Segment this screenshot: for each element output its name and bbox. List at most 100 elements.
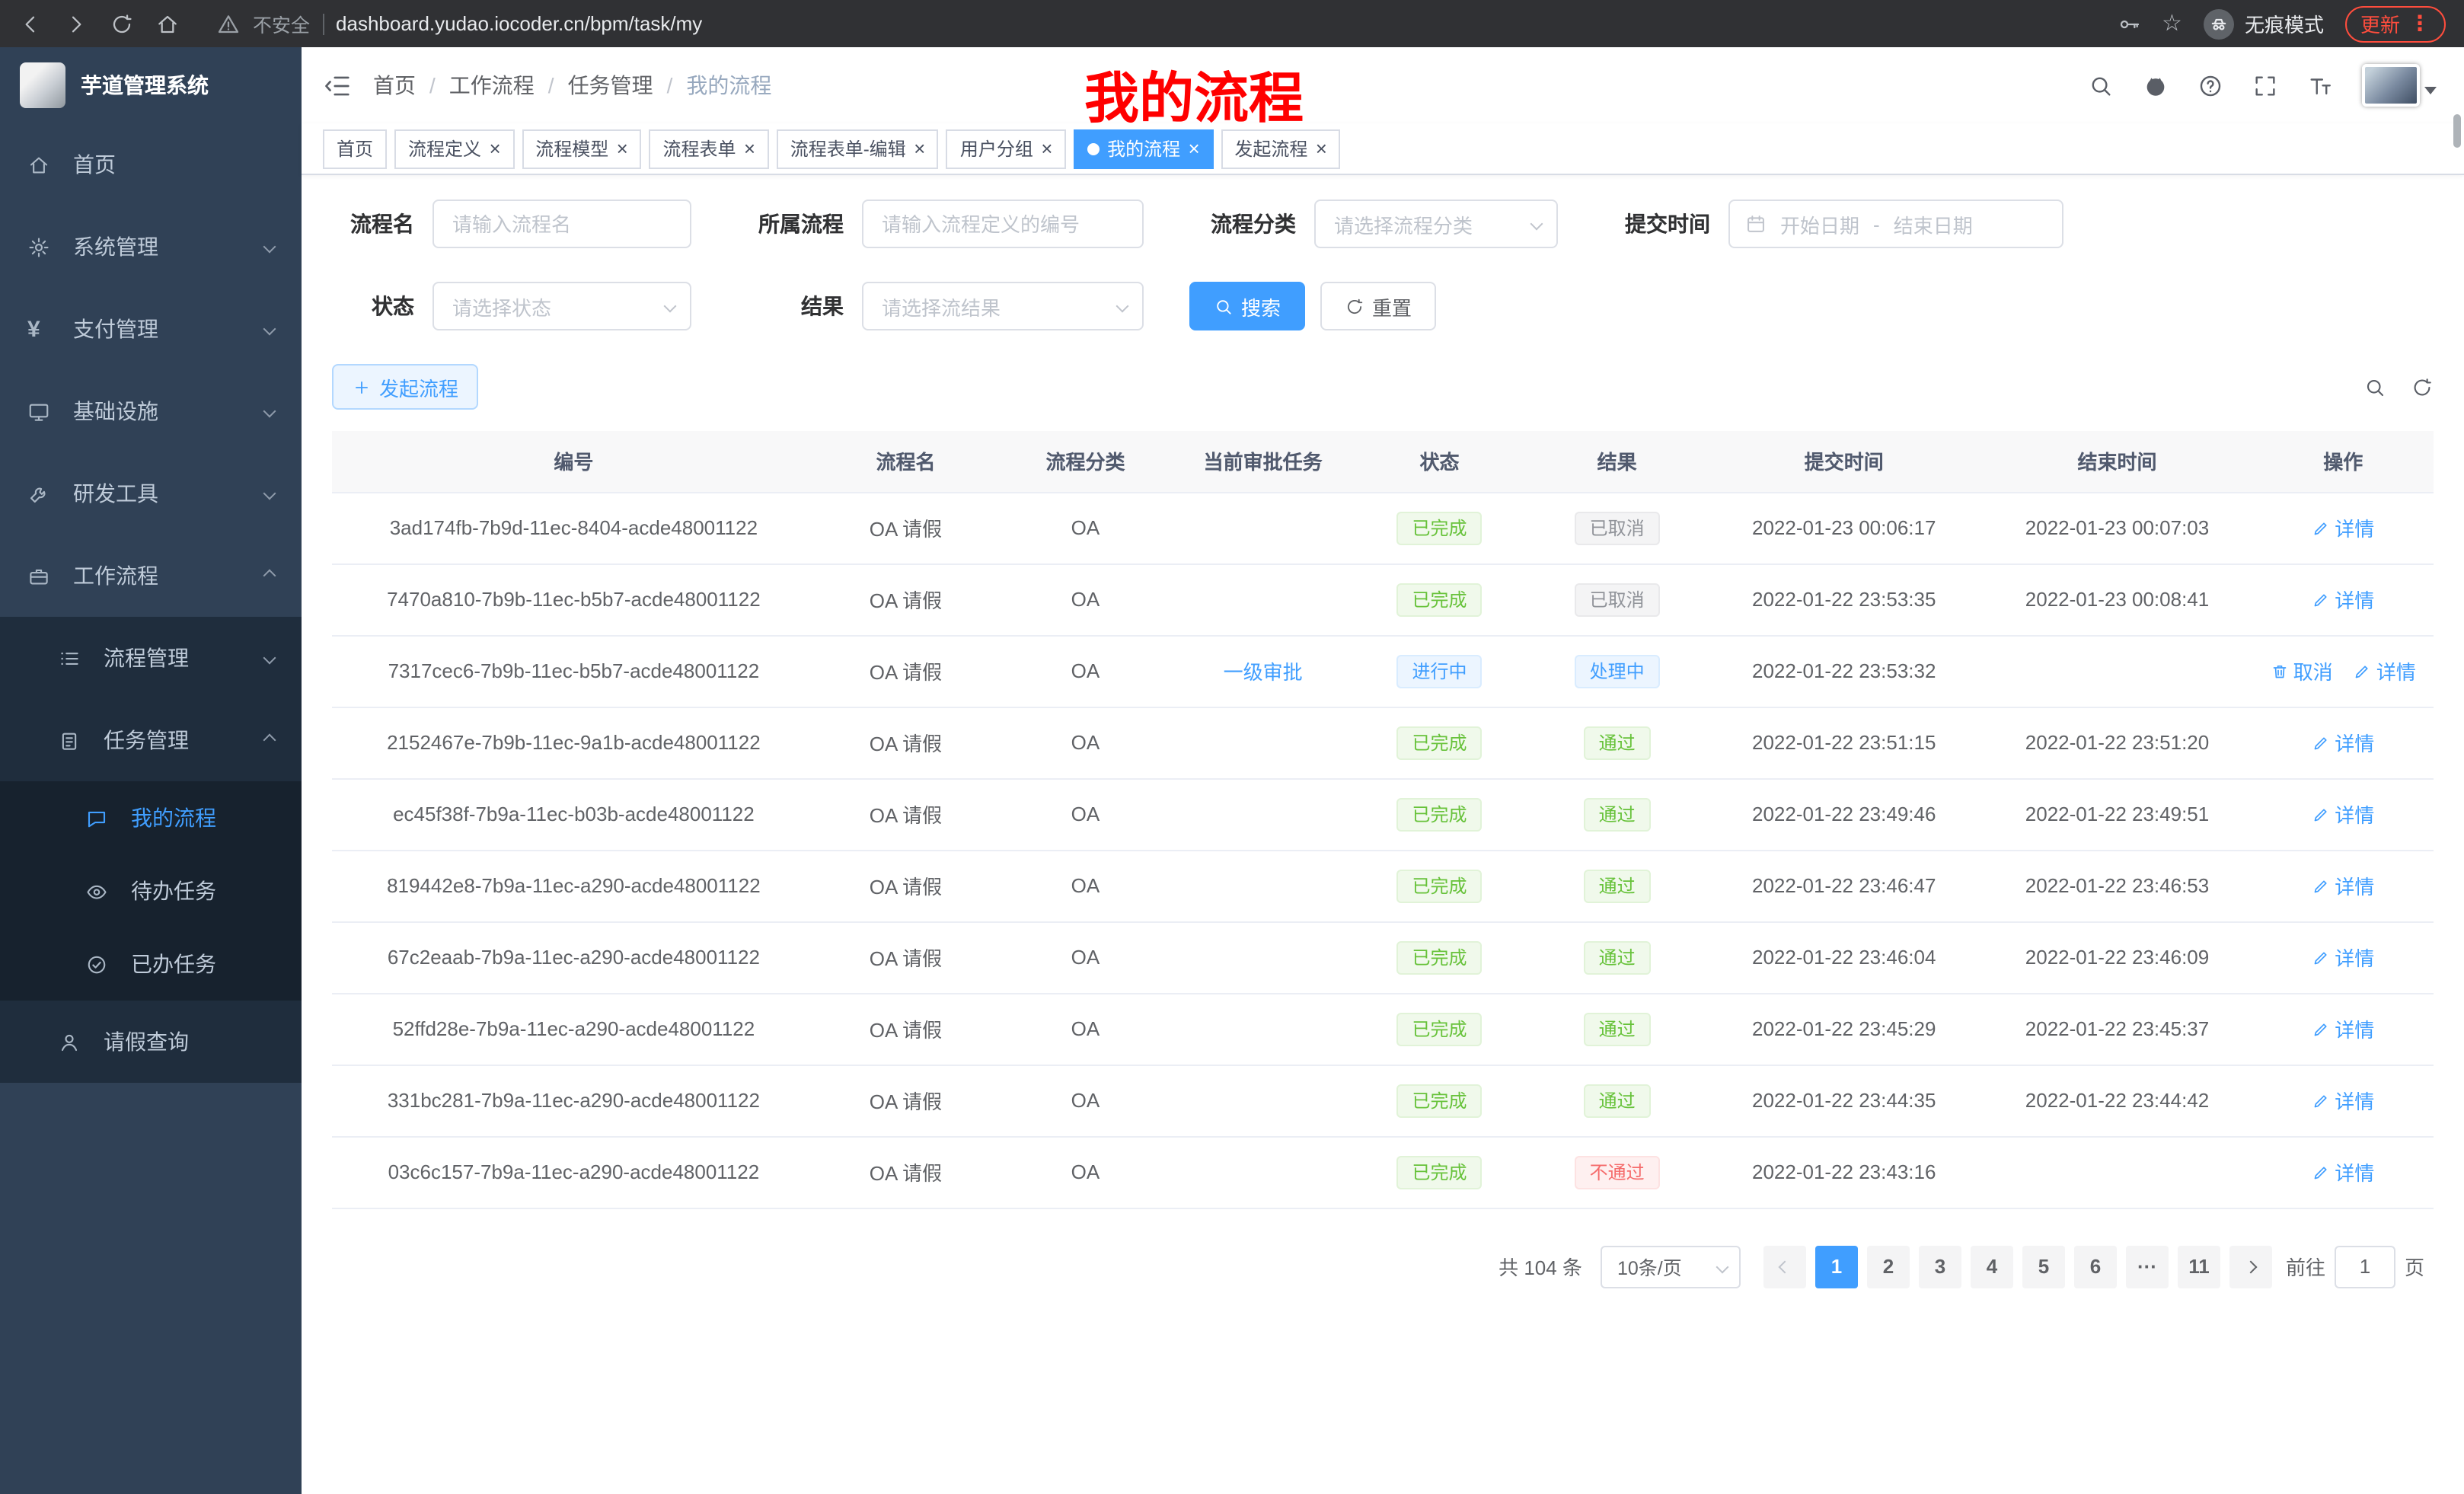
key-icon[interactable] xyxy=(2116,11,2140,36)
tab[interactable]: 流程表单 × xyxy=(649,129,768,168)
warning-icon[interactable] xyxy=(216,11,241,36)
close-icon[interactable]: × xyxy=(1041,139,1052,158)
result-badge: 已取消 xyxy=(1575,583,1660,616)
cell-id: 3ad174fb-7b9d-11ec-8404-acde48001122 xyxy=(332,492,815,563)
process-table: 编号 流程名 流程分类 当前审批任务 状态 结果 提交时间 结束时间 操作 xyxy=(332,431,2434,1208)
goto-page-input[interactable] xyxy=(2335,1245,2395,1288)
font-size-icon[interactable] xyxy=(2307,72,2333,98)
tab-label: 首页 xyxy=(337,136,373,161)
sidebar-item-infrastructure[interactable]: 基础设施 xyxy=(0,370,302,452)
result-select[interactable]: 请选择流结果 xyxy=(862,282,1144,330)
sidebar-item-workflow[interactable]: 工作流程 xyxy=(0,535,302,617)
detail-action-link[interactable]: 详情 xyxy=(2312,871,2374,900)
sidebar-item-payment[interactable]: ¥ 支付管理 xyxy=(0,288,302,370)
wrench-icon xyxy=(27,482,52,505)
close-icon[interactable]: × xyxy=(744,139,755,158)
next-page-button[interactable] xyxy=(2229,1245,2272,1288)
github-icon[interactable] xyxy=(2143,72,2169,98)
sidebar-item-done-tasks[interactable]: 已办任务 xyxy=(0,927,302,1001)
tab[interactable]: 我的流程 × xyxy=(1074,129,1213,168)
table-row: 819442e8-7b9a-11ec-a290-acde48001122 OA … xyxy=(332,850,2434,921)
update-button[interactable]: 更新 ⋮ xyxy=(2345,5,2446,42)
browser-menu-icon[interactable]: ⋮ xyxy=(2409,11,2430,37)
cell-submit-time: 2022-01-22 23:53:32 xyxy=(1706,635,1982,707)
sidebar-item-process-management[interactable]: 流程管理 xyxy=(0,617,302,699)
toggle-search-icon[interactable] xyxy=(2363,375,2386,398)
reset-button[interactable]: 重置 xyxy=(1320,282,1436,330)
detail-action-link[interactable]: 详情 xyxy=(2312,943,2374,972)
process-def-input[interactable] xyxy=(862,200,1144,248)
create-process-button[interactable]: 发起流程 xyxy=(332,364,478,410)
user-avatar[interactable] xyxy=(2362,64,2437,107)
close-icon[interactable]: × xyxy=(1315,139,1326,158)
cancel-action-link[interactable]: 取消 xyxy=(2271,656,2333,685)
close-icon[interactable]: × xyxy=(914,139,925,158)
tab[interactable]: 首页 × xyxy=(323,129,387,168)
detail-action-link[interactable]: 详情 xyxy=(2312,1014,2374,1043)
page-size-select[interactable]: 10条/页 xyxy=(1601,1245,1741,1288)
cell-process-name: OA 请假 xyxy=(815,850,996,921)
search-icon[interactable] xyxy=(2088,72,2114,98)
refresh-icon[interactable] xyxy=(2411,375,2434,398)
sidebar-item-system[interactable]: 系统管理 xyxy=(0,206,302,288)
page-number-button[interactable]: ··· xyxy=(2126,1245,2169,1288)
page-number-button[interactable]: 6 xyxy=(2074,1245,2117,1288)
sidebar-item-todo-tasks[interactable]: 待办任务 xyxy=(0,854,302,927)
address-separator xyxy=(322,13,324,34)
detail-action-link[interactable]: 详情 xyxy=(2312,1086,2374,1115)
page-number-button[interactable]: 3 xyxy=(1919,1245,1961,1288)
sidebar-item-leave-query[interactable]: 请假查询 xyxy=(0,1001,302,1083)
sidebar-toggle-icon[interactable] xyxy=(323,71,352,100)
detail-action-link[interactable]: 详情 xyxy=(2312,1157,2374,1186)
status-select[interactable]: 请选择状态 xyxy=(432,282,691,330)
detail-action-link[interactable]: 详情 xyxy=(2312,728,2374,757)
tab[interactable]: 用户分组 × xyxy=(946,129,1066,168)
detail-action-label: 详情 xyxy=(2335,1014,2374,1043)
sidebar-item-task-management[interactable]: 任务管理 xyxy=(0,699,302,781)
page-number-button[interactable]: 1 xyxy=(1815,1245,1858,1288)
process-name-input[interactable] xyxy=(432,200,691,248)
address-bar[interactable]: 不安全 dashboard.yudao.iocoder.cn/bpm/task/… xyxy=(216,9,2079,38)
current-task-link[interactable]: 一级审批 xyxy=(1224,656,1303,685)
detail-action-link[interactable]: 详情 xyxy=(2312,800,2374,828)
reload-icon[interactable] xyxy=(110,11,134,36)
category-select[interactable]: 请选择流程分类 xyxy=(1314,200,1558,248)
close-icon[interactable]: × xyxy=(489,139,500,158)
url-text[interactable]: dashboard.yudao.iocoder.cn/bpm/task/my xyxy=(336,12,702,35)
fullscreen-icon[interactable] xyxy=(2252,72,2278,98)
select-placeholder: 请选择流结果 xyxy=(882,292,1001,321)
result-badge: 不通过 xyxy=(1575,1155,1660,1189)
app-logo[interactable]: 芋道管理系统 xyxy=(0,47,302,123)
home-icon[interactable] xyxy=(155,11,180,36)
sidebar-item-home[interactable]: 首页 xyxy=(0,123,302,206)
submit-time-range-picker[interactable]: 开始日期 - 结束日期 xyxy=(1728,200,2063,248)
tab[interactable]: 发起流程 × xyxy=(1221,129,1340,168)
tab[interactable]: 流程模型 × xyxy=(522,129,641,168)
breadcrumb-item[interactable]: 任务管理 xyxy=(568,70,653,101)
prev-page-button[interactable] xyxy=(1763,1245,1806,1288)
cancel-action-label: 取消 xyxy=(2293,656,2333,685)
breadcrumb-item[interactable]: 首页 xyxy=(373,70,416,101)
detail-action-link[interactable]: 详情 xyxy=(2312,585,2374,614)
breadcrumb-item[interactable]: 工作流程 xyxy=(449,70,535,101)
close-icon[interactable]: × xyxy=(1188,139,1199,158)
search-button[interactable]: 搜索 xyxy=(1189,282,1305,330)
page-number-button[interactable]: 4 xyxy=(1971,1245,2013,1288)
tab[interactable]: 流程定义 × xyxy=(394,129,514,168)
sidebar-item-my-process[interactable]: 我的流程 xyxy=(0,781,302,854)
sidebar-item-devtools[interactable]: 研发工具 xyxy=(0,452,302,535)
back-icon[interactable] xyxy=(18,11,43,36)
detail-action-link[interactable]: 详情 xyxy=(2354,656,2416,685)
scrollbar-thumb[interactable] xyxy=(2453,114,2461,148)
help-icon[interactable] xyxy=(2197,72,2223,98)
status-badge: 已完成 xyxy=(1396,1012,1482,1045)
detail-action-link[interactable]: 详情 xyxy=(2312,513,2374,542)
bookmark-star-icon[interactable]: ☆ xyxy=(2162,12,2182,35)
forward-icon[interactable] xyxy=(64,11,88,36)
page-number-button[interactable]: 5 xyxy=(2022,1245,2065,1288)
close-icon[interactable]: × xyxy=(616,139,627,158)
tab[interactable]: 流程表单-编辑 × xyxy=(777,129,939,168)
create-process-label: 发起流程 xyxy=(379,372,458,401)
page-number-button[interactable]: 11 xyxy=(2178,1245,2220,1288)
page-number-button[interactable]: 2 xyxy=(1867,1245,1910,1288)
